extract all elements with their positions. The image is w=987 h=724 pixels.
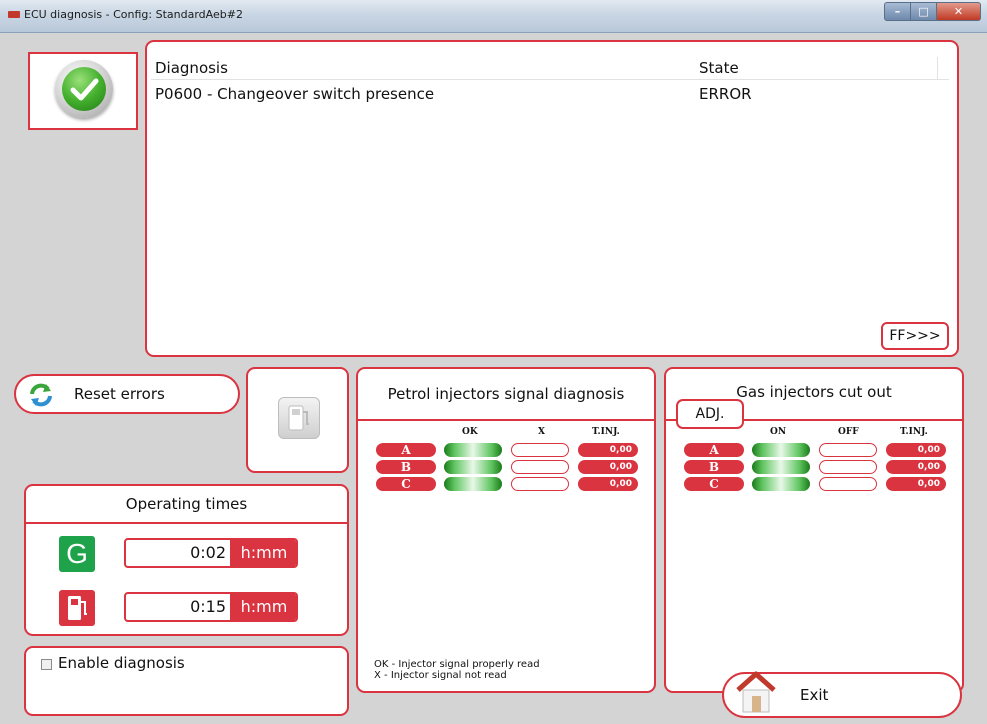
legend-x-text: X - Injector signal not read [374, 670, 507, 681]
column-header-tinj: T.INJ. [900, 427, 928, 437]
operating-times-title: Operating times [26, 486, 347, 524]
column-header-diagnosis[interactable]: Diagnosis [155, 59, 228, 77]
app-icon [8, 11, 20, 18]
window-controls: – □ ✕ [884, 2, 981, 21]
channel-a-on-toggle[interactable] [752, 443, 810, 457]
column-header-off: OFF [838, 427, 859, 437]
channel-b-ok-indicator [444, 460, 502, 474]
channel-a-label: A [684, 443, 744, 457]
state-cell: ERROR [699, 85, 752, 103]
column-header-on: ON [770, 427, 787, 437]
gas-injectors-panel: Gas injectors cut out ADJ. ON OFF T.INJ.… [664, 367, 964, 693]
enable-diagnosis-panel: Enable diagnosis [24, 646, 349, 716]
enable-diagnosis-label[interactable]: Enable diagnosis [58, 654, 185, 672]
channel-c-label: C [376, 477, 436, 491]
channel-b-off-toggle[interactable] [819, 460, 877, 474]
diagnosis-panel: Diagnosis State P0600 - Changeover switc… [145, 40, 959, 357]
maximize-button[interactable]: □ [911, 2, 937, 21]
injector-legend: OK - Injector signal properly read X - I… [374, 659, 540, 681]
column-header-tinj: T.INJ. [592, 427, 620, 437]
petrol-time-unit: h:mm [230, 594, 296, 620]
channel-b-tinj: 0,00 [578, 460, 638, 474]
reset-errors-label: Reset errors [74, 385, 165, 403]
fuel-pump-icon [59, 590, 95, 626]
channel-a-label: A [376, 443, 436, 457]
title-bar: ECU diagnosis - Config: StandardAeb#2 – … [0, 0, 987, 33]
gas-time-field: 0:02 h:mm [124, 538, 298, 568]
channel-c-x-indicator [511, 477, 569, 491]
column-header-ok: OK [462, 427, 478, 437]
channel-a-off-toggle[interactable] [819, 443, 877, 457]
home-exit-icon [736, 671, 776, 713]
reset-errors-button[interactable]: Reset errors [14, 374, 240, 414]
petrol-time-value: 0:15 [190, 597, 226, 616]
enable-diagnosis-checkbox[interactable] [41, 659, 52, 670]
exit-label: Exit [800, 686, 829, 704]
minimize-button[interactable]: – [884, 2, 911, 21]
check-icon [55, 60, 113, 118]
petrol-time-field: 0:15 h:mm [124, 592, 298, 622]
fuel-switch-button[interactable] [246, 367, 349, 473]
gas-g-icon: G [59, 536, 95, 572]
channel-a-tinj: 0,00 [578, 443, 638, 457]
channel-b-on-toggle[interactable] [752, 460, 810, 474]
petrol-injectors-title: Petrol injectors signal diagnosis [358, 369, 654, 421]
petrol-injectors-panel: Petrol injectors signal diagnosis OK X T… [356, 367, 656, 693]
channel-c-label: C [684, 477, 744, 491]
gas-time-value: 0:02 [190, 543, 226, 562]
adjust-button[interactable]: ADJ. [676, 399, 744, 429]
channel-a-tinj: 0,00 [886, 443, 946, 457]
gas-time-unit: h:mm [230, 540, 296, 566]
channel-b-label: B [376, 460, 436, 474]
table-row[interactable]: P0600 - Changeover switch presence ERROR [155, 85, 935, 107]
window-title: ECU diagnosis - Config: StandardAeb#2 [24, 8, 243, 21]
fuel-pump-icon [278, 397, 320, 439]
channel-a-x-indicator [511, 443, 569, 457]
channel-b-tinj: 0,00 [886, 460, 946, 474]
channel-b-x-indicator [511, 460, 569, 474]
close-button[interactable]: ✕ [937, 2, 981, 21]
channel-c-tinj: 0,00 [578, 477, 638, 491]
channel-c-on-toggle[interactable] [752, 477, 810, 491]
channel-c-ok-indicator [444, 477, 502, 491]
freeze-frame-button[interactable]: FF>>> [881, 322, 949, 350]
column-header-state[interactable]: State [699, 59, 739, 77]
diagnosis-cell: P0600 - Changeover switch presence [155, 85, 435, 103]
legend-ok-text: OK - Injector signal properly read [374, 659, 540, 670]
status-indicator [28, 52, 138, 130]
column-header-x: X [538, 427, 545, 437]
channel-c-tinj: 0,00 [886, 477, 946, 491]
refresh-icon [30, 383, 52, 407]
operating-times-panel: Operating times G 0:02 h:mm 0:15 h:mm [24, 484, 349, 636]
channel-b-label: B [684, 460, 744, 474]
channel-c-off-toggle[interactable] [819, 477, 877, 491]
channel-a-ok-indicator [444, 443, 502, 457]
exit-button[interactable]: Exit [722, 671, 962, 718]
diagnosis-table-header: Diagnosis State [151, 57, 949, 80]
